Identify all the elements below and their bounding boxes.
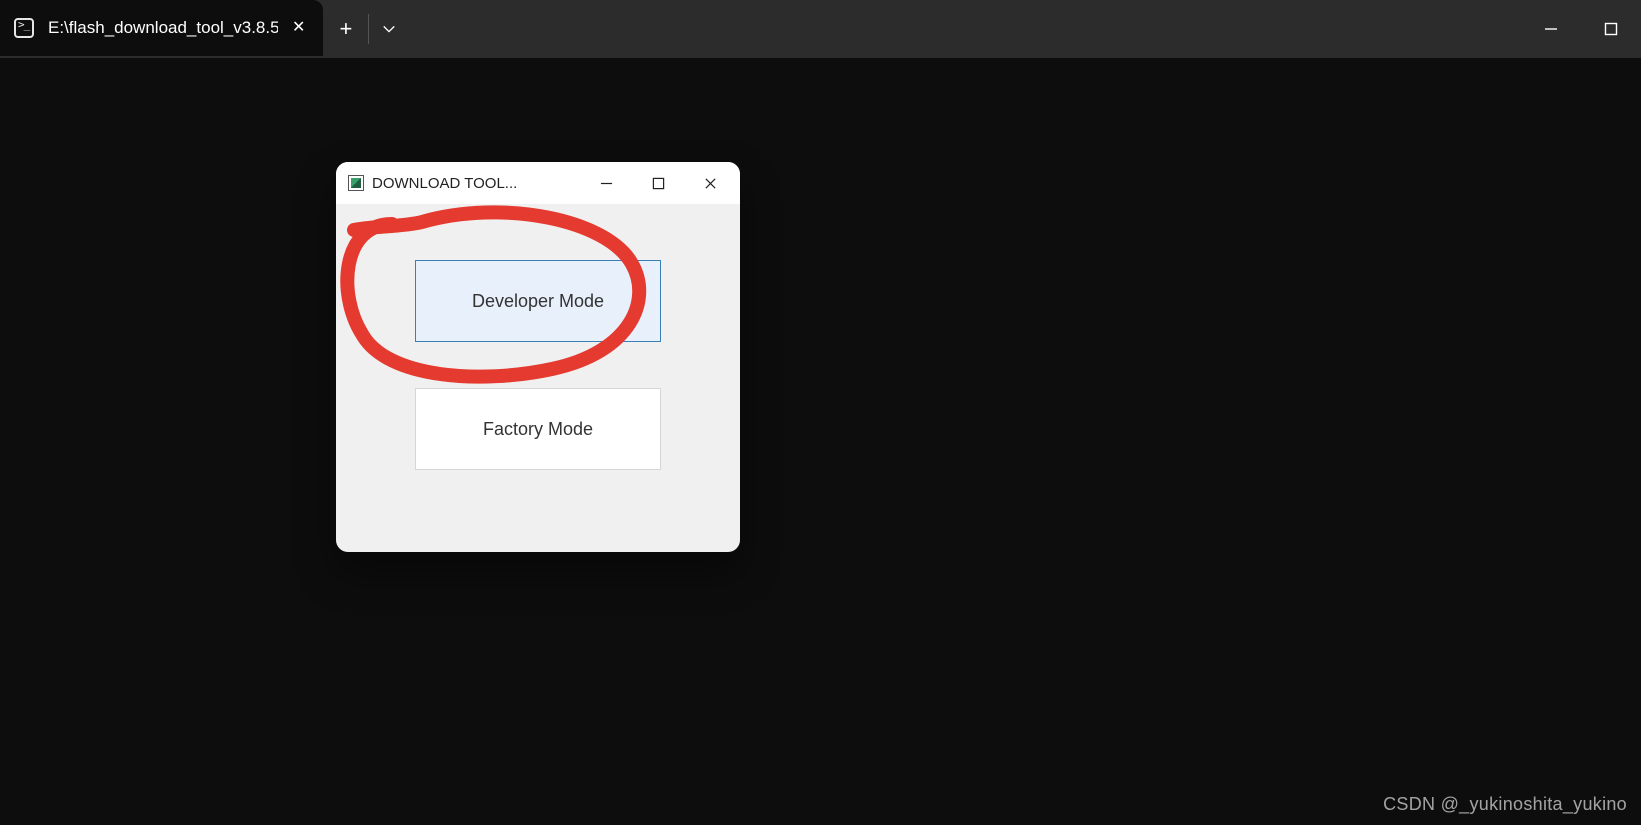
maximize-button[interactable] [1581, 0, 1641, 58]
dialog-title: DOWNLOAD TOOL... [372, 175, 517, 192]
window-controls [1521, 0, 1641, 58]
terminal-titlebar: E:\flash_download_tool_v3.8.5 ✕ + [0, 0, 1641, 58]
dialog-maximize-button[interactable] [632, 162, 684, 204]
factory-mode-button[interactable]: Factory Mode [415, 388, 661, 470]
tab-close-button[interactable]: ✕ [292, 20, 305, 36]
chevron-down-icon [382, 22, 396, 36]
terminal-icon [14, 18, 34, 38]
terminal-tab-title: E:\flash_download_tool_v3.8.5 [48, 18, 278, 38]
maximize-icon [652, 177, 665, 190]
terminal-tab[interactable]: E:\flash_download_tool_v3.8.5 ✕ [0, 0, 323, 56]
dialog-window-controls [580, 162, 736, 204]
minimize-icon [600, 177, 613, 190]
minimize-button[interactable] [1521, 0, 1581, 58]
dialog-body: Developer Mode Factory Mode [336, 204, 740, 470]
new-tab-button[interactable]: + [323, 14, 369, 44]
watermark-text: CSDN @_yukinoshita_yukino [1383, 794, 1627, 815]
minimize-icon [1544, 22, 1558, 36]
close-icon [704, 177, 717, 190]
app-icon [348, 175, 364, 191]
developer-mode-button[interactable]: Developer Mode [415, 260, 661, 342]
dialog-close-button[interactable] [684, 162, 736, 204]
tab-dropdown-button[interactable] [369, 0, 409, 58]
dialog-minimize-button[interactable] [580, 162, 632, 204]
dialog-titlebar[interactable]: DOWNLOAD TOOL... [336, 162, 740, 204]
download-tool-dialog: DOWNLOAD TOOL... Developer Mode Factory … [336, 162, 740, 552]
maximize-icon [1604, 22, 1618, 36]
